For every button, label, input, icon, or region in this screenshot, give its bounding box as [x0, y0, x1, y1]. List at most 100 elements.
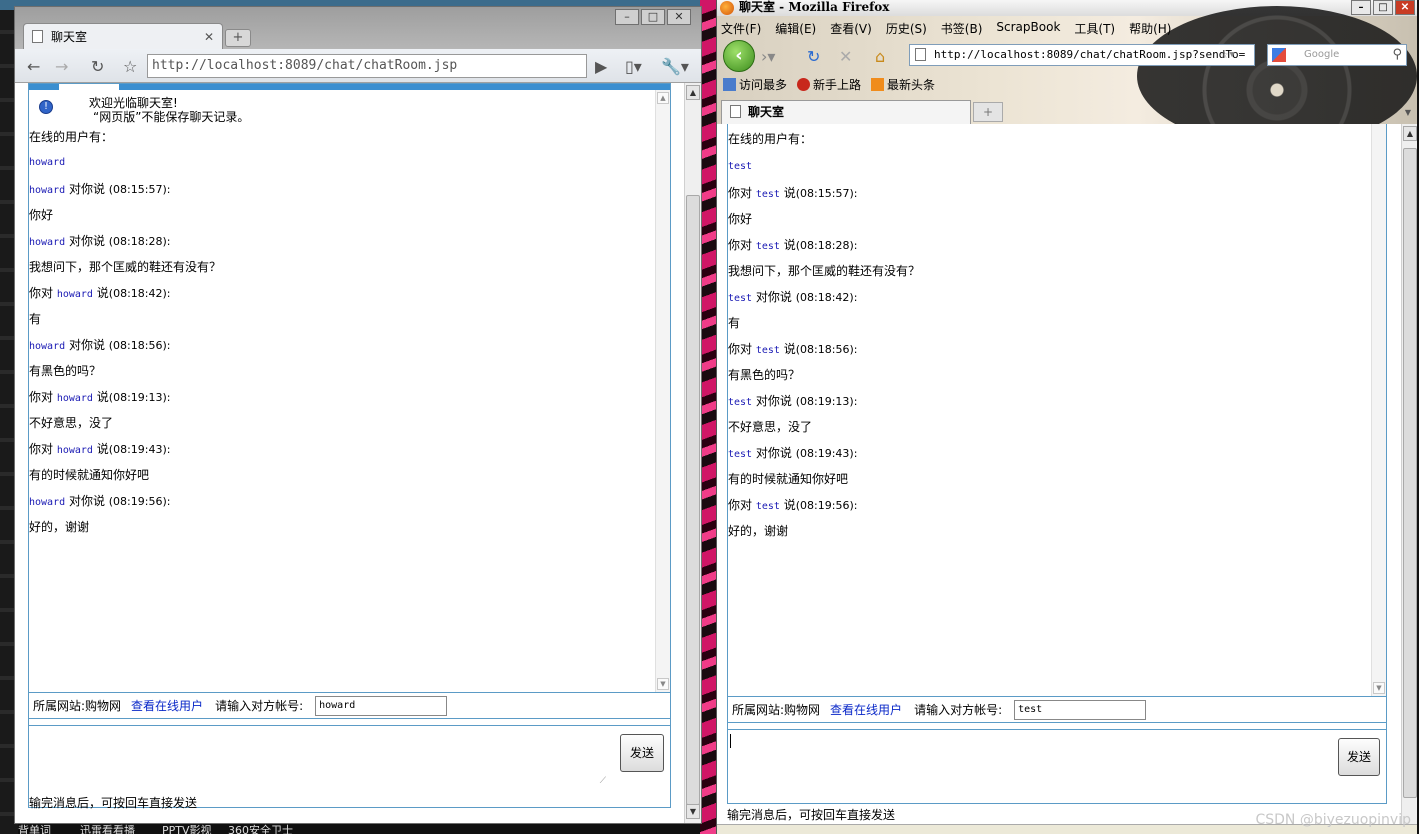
message-username[interactable]: test — [728, 397, 752, 408]
message-header: 你对 test 说(08:18:56): — [728, 342, 858, 356]
menu-bar: 文件(F) 编辑(E) 查看(V) 历史(S) 书签(B) ScrapBook 工具(T) 帮… — [721, 20, 1171, 37]
message-username[interactable]: test — [756, 501, 780, 512]
message-username[interactable]: howard — [29, 497, 65, 508]
tab-close-icon[interactable]: ✕ — [204, 30, 214, 44]
message-header: howard 对你说 (08:18:28): — [29, 234, 171, 248]
minimize-button[interactable]: – — [615, 9, 639, 25]
message-text: 你好 — [29, 208, 54, 222]
message-username[interactable]: howard — [29, 341, 65, 352]
close-button[interactable]: ✕ — [667, 9, 691, 25]
bookmark-latest-headlines[interactable]: 最新头条 — [871, 76, 935, 93]
view-online-users-link[interactable]: 查看在线用户 — [131, 697, 203, 714]
message-input[interactable]: 发送 ⟋ — [29, 726, 670, 790]
firefox-toolbar-area: 文件(F) 编辑(E) 查看(V) 历史(S) 书签(B) ScrapBook 工具(T) 帮… — [717, 6, 1417, 146]
send-button[interactable]: 发送 — [1338, 738, 1380, 776]
message-text: 有的时候就通知你好吧 — [728, 472, 849, 486]
message-time: (08:19:13): — [795, 395, 858, 408]
forward-icon[interactable]: → — [55, 57, 68, 76]
back-button[interactable]: ‹ — [723, 40, 755, 72]
message-text: 好的，谢谢 — [29, 520, 90, 534]
online-user[interactable]: test — [728, 158, 752, 172]
account-input[interactable]: howard — [315, 695, 448, 716]
search-box[interactable]: Google ⚲ — [1267, 44, 1407, 66]
message-scrollbar[interactable]: ▲ ▼ — [655, 90, 670, 692]
message-username[interactable]: howard — [29, 237, 65, 248]
page-scrollbar[interactable]: ▲ ▼ — [684, 83, 701, 823]
menu-item[interactable]: ScrapBook — [996, 20, 1060, 37]
resize-grip-icon[interactable]: ⟋ — [600, 776, 606, 786]
chat-panel: ! 欢迎光临聊天室! “网页版”不能保存聊天记录。 在线的用户有： howard… — [28, 83, 671, 810]
text-caret — [730, 734, 731, 748]
online-user[interactable]: howard — [29, 154, 65, 168]
menu-item[interactable]: 历史(S) — [886, 20, 927, 37]
menu-item[interactable]: 书签(B) — [941, 20, 983, 37]
message-text: 我想问下，那个匡威的鞋还有没有？ — [728, 264, 921, 278]
menu-item[interactable]: 文件(F) — [721, 20, 761, 37]
message-username[interactable]: howard — [57, 289, 93, 300]
message-input[interactable]: 发送 — [728, 730, 1386, 802]
message-username[interactable]: test — [728, 449, 752, 460]
bookmark-star-icon[interactable]: ☆ — [123, 57, 137, 76]
page-icon — [730, 105, 741, 118]
page-menu-icon[interactable]: ▯▾ — [625, 57, 642, 76]
message-username[interactable]: test — [756, 241, 780, 252]
message-text: 你好 — [728, 212, 753, 226]
back-icon[interactable]: ← — [27, 57, 40, 76]
new-tab-button[interactable]: + — [973, 102, 1003, 122]
tab-list-icon[interactable]: ▼ — [1401, 104, 1415, 122]
menu-item[interactable]: 查看(V) — [830, 20, 872, 37]
message-username[interactable]: howard — [57, 393, 93, 404]
taskbar-item[interactable]: 迅雷看看播 — [80, 822, 135, 834]
minimize-button[interactable]: – — [1351, 0, 1371, 15]
message-time: (08:15:57): — [795, 187, 858, 200]
maximize-button[interactable]: □ — [1373, 0, 1393, 15]
message-time: (08:19:43): — [108, 443, 171, 456]
message-time: (08:19:56): — [108, 495, 171, 508]
bookmark-getting-started[interactable]: 新手上路 — [797, 76, 861, 93]
message-header: 你对 howard 说(08:19:13): — [29, 390, 171, 404]
message-area: 在线的用户有： test 你对 test 说(08:15:57): 你好 你对 te… — [728, 124, 1386, 696]
close-button[interactable]: ✕ — [1395, 0, 1415, 15]
message-username[interactable]: test — [756, 345, 780, 356]
taskbar-item[interactable]: PPTV影视 — [162, 822, 212, 834]
reload-icon[interactable]: ↻ — [807, 47, 820, 66]
search-icon[interactable]: ⚲ — [1392, 45, 1402, 65]
scroll-thumb[interactable] — [1403, 148, 1417, 798]
message-username[interactable]: howard — [57, 445, 93, 456]
message-area: ! 欢迎光临聊天室! “网页版”不能保存聊天记录。 在线的用户有： howard… — [29, 90, 670, 692]
message-scrollbar[interactable]: ▼ — [1371, 124, 1386, 696]
message-username[interactable]: howard — [29, 185, 65, 196]
address-bar[interactable]: http://localhost:8089/chat/chatRoom.jsp — [147, 54, 587, 78]
divider — [728, 722, 1386, 730]
wrench-icon[interactable]: 🔧▾ — [661, 57, 689, 76]
scroll-thumb[interactable] — [686, 195, 700, 805]
online-header: 在线的用户有： — [29, 130, 114, 144]
go-icon[interactable]: ▶ — [595, 57, 607, 76]
bookmark-star-icon[interactable]: ☆▾ — [1220, 45, 1236, 65]
message-text: 好的，谢谢 — [728, 524, 789, 538]
message-username[interactable]: test — [728, 293, 752, 304]
account-input[interactable]: test — [1014, 699, 1147, 720]
message-time: (08:18:42): — [108, 287, 171, 300]
home-icon[interactable]: ⌂ — [875, 47, 885, 66]
maximize-button[interactable]: □ — [641, 9, 665, 25]
reload-icon[interactable]: ↻ — [91, 57, 104, 76]
forward-icon[interactable]: ›▾ — [761, 47, 775, 66]
taskbar-item[interactable]: 360安全卫士 — [228, 822, 293, 834]
menu-item[interactable]: 编辑(E) — [775, 20, 816, 37]
stop-icon[interactable]: ✕ — [839, 47, 852, 66]
message-username[interactable]: test — [756, 189, 780, 200]
browser-tab[interactable]: 聊天室 ✕ — [23, 23, 223, 49]
new-tab-button[interactable]: + — [225, 29, 251, 47]
address-bar[interactable]: http://localhost:8089/chat/chatRoom.jsp?… — [909, 44, 1255, 66]
message-header: howard 对你说 (08:18:56): — [29, 338, 171, 352]
view-online-users-link[interactable]: 查看在线用户 — [830, 701, 902, 718]
menu-item[interactable]: 帮助(H) — [1129, 20, 1171, 37]
menu-item[interactable]: 工具(T) — [1074, 20, 1115, 37]
browser-tab[interactable]: 聊天室 — [721, 100, 971, 124]
page-scrollbar[interactable]: ▲ — [1401, 124, 1417, 824]
taskbar-item[interactable]: 背单词 — [18, 822, 51, 834]
message-time: (08:18:56): — [108, 339, 171, 352]
bookmark-most-visited[interactable]: 访问最多 — [723, 76, 787, 93]
send-button[interactable]: 发送 — [620, 734, 664, 772]
